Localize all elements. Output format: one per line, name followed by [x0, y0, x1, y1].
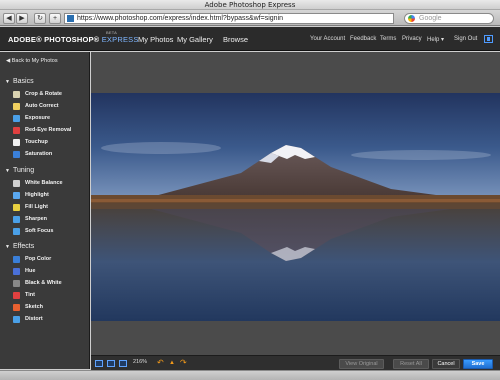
- address-bar[interactable]: https://www.photoshop.com/express/index.…: [64, 13, 394, 24]
- site-favicon-icon: [67, 15, 74, 22]
- crop-icon: [13, 91, 20, 98]
- window-title: Adobe Photoshop Express: [204, 1, 296, 9]
- plus-icon: +: [52, 15, 58, 22]
- brand-logo[interactable]: ADOBE® PHOTOSHOP® EXPRESS BETA: [8, 30, 139, 44]
- exposure-icon: [13, 115, 20, 122]
- tool-white-balance[interactable]: White Balance: [13, 179, 63, 188]
- beta-badge: BETA: [106, 30, 117, 35]
- forward-arrow-icon: ▶: [19, 15, 25, 22]
- fullscreen-icon[interactable]: [484, 35, 493, 43]
- mountain-photo-svg: [91, 93, 500, 321]
- nav-my-gallery[interactable]: My Gallery: [177, 35, 213, 44]
- split-view-icon[interactable]: [107, 360, 115, 367]
- cancel-button[interactable]: Cancel: [432, 359, 460, 369]
- fit-view-icon[interactable]: [119, 360, 127, 367]
- hue-icon: [13, 268, 20, 275]
- tool-saturation[interactable]: Saturation: [13, 150, 52, 159]
- tools-sidebar: ◀ Back to My Photos ▼ Basics Crop & Rotat…: [0, 52, 90, 369]
- collapse-triangle-icon: ▼: [5, 79, 10, 85]
- browser-status-bar: [0, 370, 500, 380]
- collapse-triangle-icon: ▼: [5, 244, 10, 250]
- single-view-icon[interactable]: [95, 360, 103, 367]
- nav-sign-out[interactable]: Sign Out: [454, 36, 477, 42]
- app-header: ADOBE® PHOTOSHOP® EXPRESS BETA My Photos…: [0, 27, 500, 51]
- undo-icon[interactable]: ↶: [157, 358, 164, 367]
- wand-icon: [13, 103, 20, 110]
- forward-button[interactable]: ▶: [16, 13, 28, 24]
- nav-privacy[interactable]: Privacy: [402, 36, 422, 42]
- distort-icon: [13, 316, 20, 323]
- back-to-photos-link[interactable]: ◀ Back to My Photos: [6, 58, 58, 64]
- history-icon[interactable]: ▲: [169, 359, 175, 368]
- tool-soft-focus[interactable]: Soft Focus: [13, 227, 53, 236]
- tint-icon: [13, 292, 20, 299]
- nav-browse[interactable]: Browse: [223, 35, 248, 44]
- search-placeholder: Google: [419, 15, 442, 22]
- reload-icon: ↻: [37, 15, 43, 22]
- white-balance-icon: [13, 180, 20, 187]
- highlight-icon: [13, 192, 20, 199]
- tool-exposure[interactable]: Exposure: [13, 114, 50, 123]
- zoom-level: 216%: [133, 359, 148, 365]
- hand-icon: [13, 139, 20, 146]
- collapse-triangle-icon: ▼: [5, 168, 10, 174]
- reload-button[interactable]: ↻: [34, 13, 46, 24]
- tool-sketch[interactable]: Sketch: [13, 303, 43, 312]
- section-effects[interactable]: ▼ Effects: [5, 243, 34, 250]
- back-arrow-icon: ◀: [6, 15, 12, 22]
- url-text: https://www.photoshop.com/express/index.…: [77, 15, 284, 22]
- photo-canvas[interactable]: [91, 52, 500, 355]
- redo-icon[interactable]: ↷: [180, 358, 187, 367]
- nav-terms[interactable]: Terms: [380, 36, 396, 42]
- tool-highlight[interactable]: Highlight: [13, 191, 49, 200]
- soft-focus-icon: [13, 228, 20, 235]
- mountain-photo[interactable]: [91, 93, 500, 321]
- tool-tint[interactable]: Tint: [13, 291, 35, 300]
- tool-touchup[interactable]: Touchup: [13, 138, 48, 147]
- sketch-icon: [13, 304, 20, 311]
- nav-your-account[interactable]: Your Account: [310, 36, 345, 42]
- tool-pop-color[interactable]: Pop Color: [13, 255, 51, 264]
- google-icon: [408, 15, 415, 22]
- saturation-icon: [13, 151, 20, 158]
- edit-bottom-bar: 216% ↶ ▲ ↷ View Original Reset All Cance…: [91, 355, 500, 370]
- section-tuning[interactable]: ▼ Tuning: [5, 167, 34, 174]
- browser-toolbar: ◀ ▶ ↻ + https://www.photoshop.com/expres…: [0, 10, 500, 26]
- nav-help[interactable]: Help ▾: [427, 36, 444, 43]
- add-bookmark-button[interactable]: +: [49, 13, 61, 24]
- reset-all-button[interactable]: Reset All: [393, 359, 429, 369]
- view-original-button[interactable]: View Original: [339, 359, 384, 369]
- tool-fill-light[interactable]: Fill Light: [13, 203, 48, 212]
- nav-feedback[interactable]: Feedback: [350, 36, 376, 42]
- save-button[interactable]: Save: [463, 359, 493, 369]
- tool-red-eye[interactable]: Red-Eye Removal: [13, 126, 71, 135]
- back-button[interactable]: ◀: [3, 13, 15, 24]
- section-basics[interactable]: ▼ Basics: [5, 78, 34, 85]
- tool-crop-rotate[interactable]: Crop & Rotate: [13, 90, 62, 99]
- tool-black-white[interactable]: Black & White: [13, 279, 62, 288]
- tool-distort[interactable]: Distort: [13, 315, 43, 324]
- tool-hue[interactable]: Hue: [13, 267, 35, 276]
- black-white-icon: [13, 280, 20, 287]
- red-eye-icon: [13, 127, 20, 134]
- tool-sharpen[interactable]: Sharpen: [13, 215, 47, 224]
- sharpen-icon: [13, 216, 20, 223]
- window-title-bar: Adobe Photoshop Express: [0, 0, 500, 10]
- fill-light-icon: [13, 204, 20, 211]
- nav-my-photos[interactable]: My Photos: [138, 35, 173, 44]
- pop-color-icon: [13, 256, 20, 263]
- tool-auto-correct[interactable]: Auto Correct: [13, 102, 59, 111]
- search-field[interactable]: Google: [404, 13, 494, 24]
